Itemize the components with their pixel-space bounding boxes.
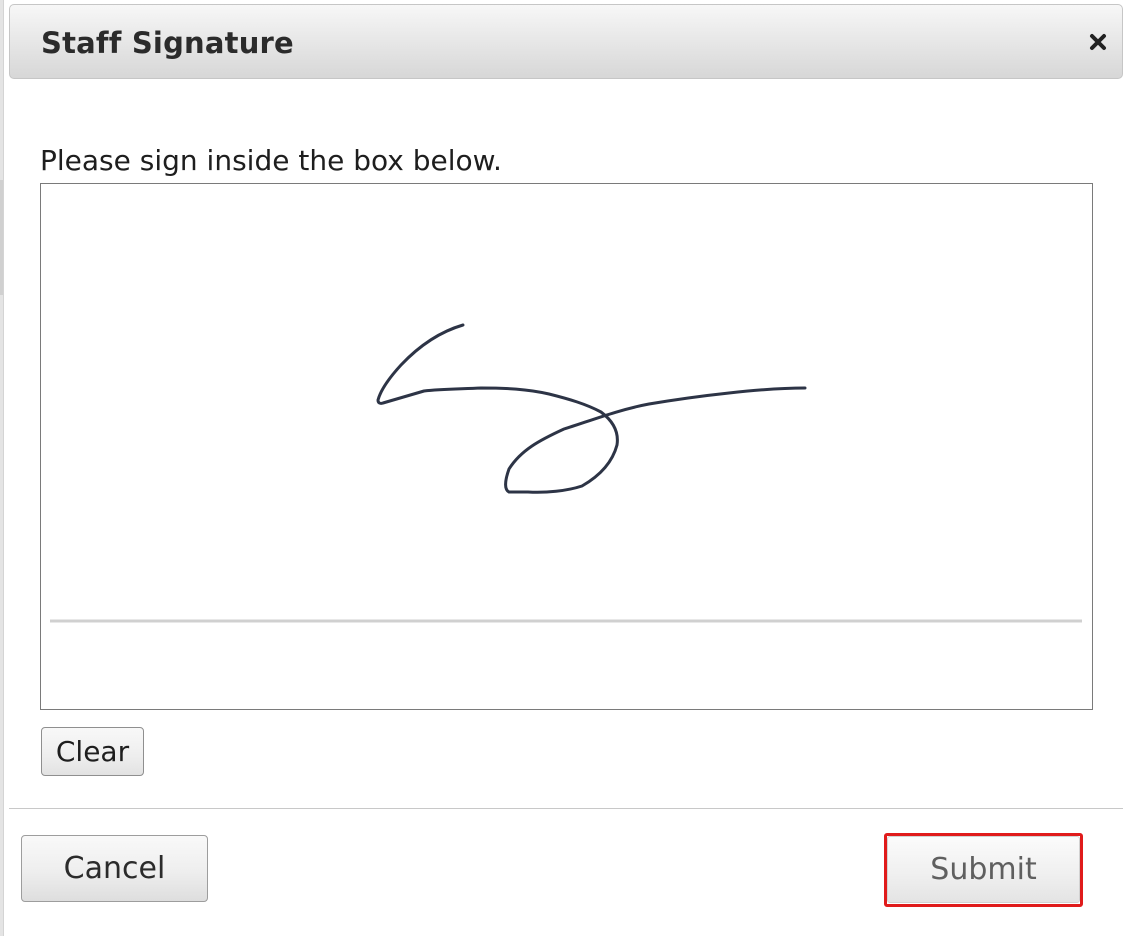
staff-signature-dialog: Staff Signature Please sign inside the b… — [0, 0, 1127, 936]
clear-button[interactable]: Clear — [41, 727, 144, 776]
signature-pad[interactable] — [40, 183, 1093, 710]
footer-divider — [9, 808, 1123, 809]
submit-button[interactable]: Submit — [887, 836, 1080, 903]
dialog-title: Staff Signature — [41, 26, 294, 60]
close-icon[interactable] — [1088, 32, 1108, 52]
dialog-title-bar: Staff Signature — [9, 4, 1123, 79]
background-edge — [0, 0, 4, 936]
signature-instruction: Please sign inside the box below. — [40, 144, 502, 177]
signature-stroke — [376, 323, 807, 494]
cancel-button[interactable]: Cancel — [21, 835, 208, 902]
